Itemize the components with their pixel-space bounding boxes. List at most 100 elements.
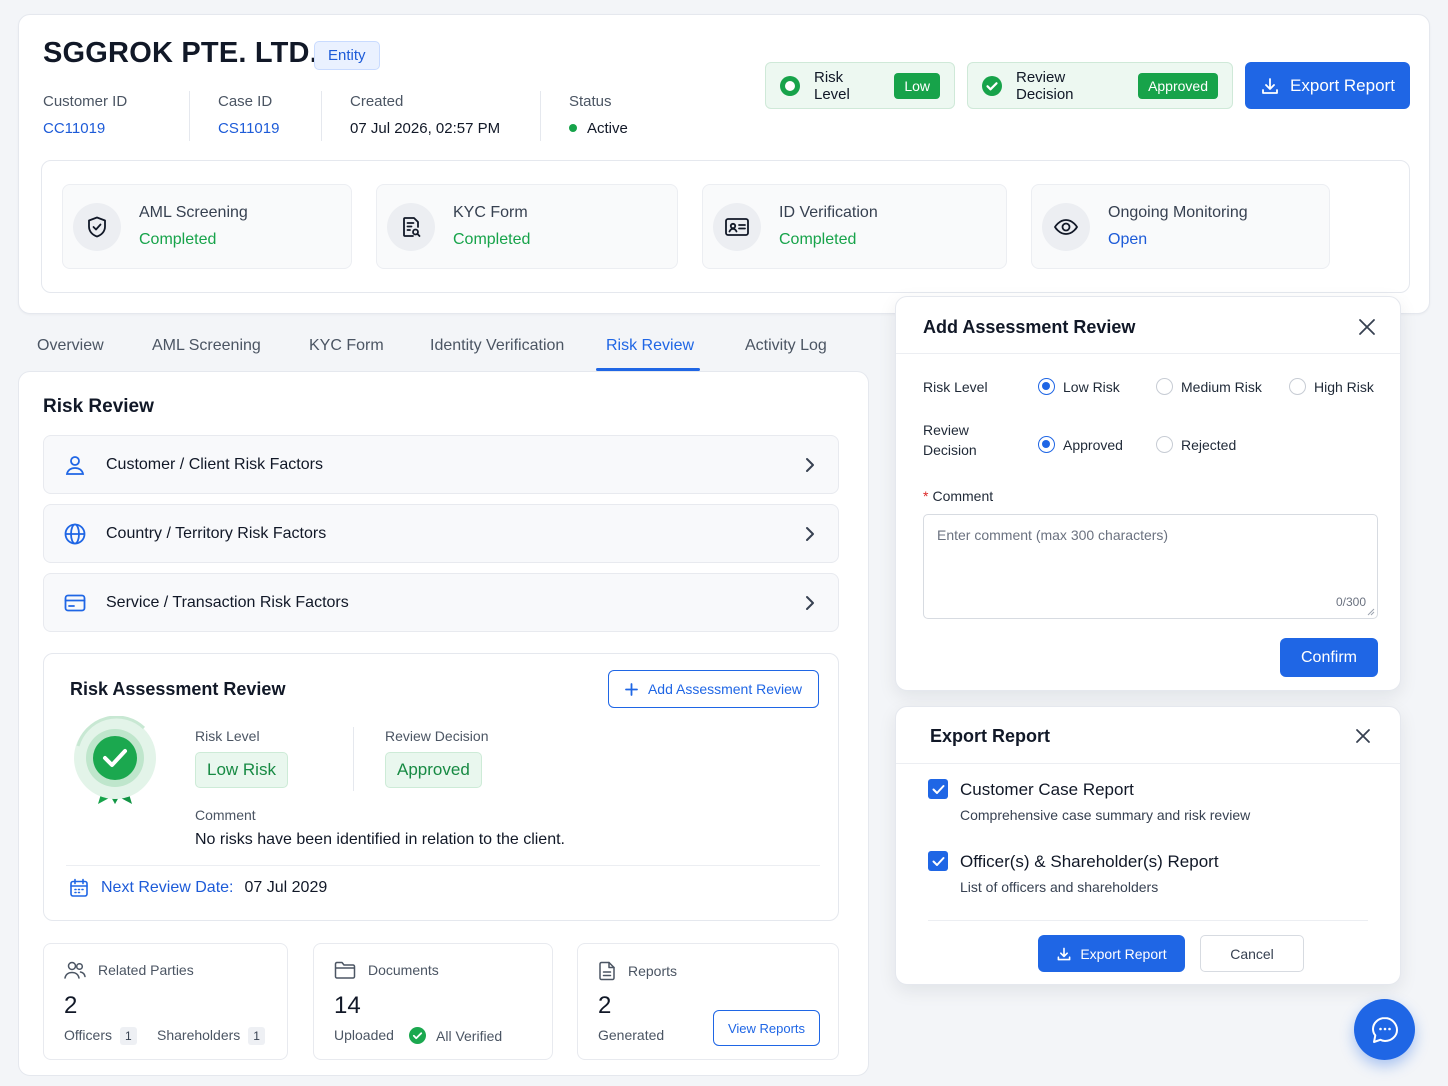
progress-steps: AML Screening Completed KYC Form Complet… bbox=[41, 160, 1410, 293]
tab-identity-verification[interactable]: Identity Verification bbox=[430, 337, 564, 355]
risk-review-title: Risk Review bbox=[43, 396, 154, 417]
step-ongoing-monitoring[interactable]: Ongoing Monitoring Open bbox=[1031, 184, 1330, 269]
chat-bubble-icon bbox=[1370, 1015, 1400, 1045]
calendar-icon bbox=[69, 878, 89, 898]
tab-aml-screening[interactable]: AML Screening bbox=[152, 337, 261, 355]
chat-button[interactable] bbox=[1354, 999, 1415, 1060]
risk-review-panel: Risk Review Customer / Client Risk Facto… bbox=[18, 371, 869, 1076]
shareholders-count: Shareholders 1 bbox=[157, 1027, 265, 1045]
status-field: Status Active bbox=[569, 93, 628, 137]
radio-approved[interactable]: Approved bbox=[1038, 436, 1123, 453]
review-decision-tag: Approved bbox=[1138, 72, 1218, 99]
radio-rejected[interactable]: Rejected bbox=[1156, 436, 1236, 453]
factor-label: Country / Territory Risk Factors bbox=[106, 524, 327, 542]
tab-activity-log[interactable]: Activity Log bbox=[745, 337, 827, 355]
add-assessment-review-button[interactable]: Add Assessment Review bbox=[608, 670, 819, 708]
step-kyc-form[interactable]: KYC Form Completed bbox=[376, 184, 678, 269]
factor-row-service[interactable]: Service / Transaction Risk Factors bbox=[43, 573, 839, 632]
checkmark-icon bbox=[932, 856, 944, 866]
export-option-title: Customer Case Report bbox=[960, 780, 1134, 799]
id-card-icon bbox=[713, 202, 761, 251]
related-parties-header: Related Parties bbox=[64, 961, 194, 979]
radio-empty-icon bbox=[1156, 436, 1173, 453]
radio-medium-risk[interactable]: Medium Risk bbox=[1156, 378, 1262, 395]
radio-label: Low Risk bbox=[1063, 378, 1120, 395]
radio-dot-icon bbox=[780, 75, 800, 96]
tab-overview[interactable]: Overview bbox=[37, 337, 104, 355]
divider bbox=[540, 91, 541, 141]
tab-risk-review[interactable]: Risk Review bbox=[606, 337, 694, 355]
download-icon bbox=[1260, 76, 1280, 96]
shareholders-label: Shareholders bbox=[157, 1027, 241, 1043]
factor-row-country[interactable]: Country / Territory Risk Factors bbox=[43, 504, 839, 563]
export-option-title: Officer(s) & Shareholder(s) Report bbox=[960, 852, 1219, 871]
case-id-link[interactable]: CS11019 bbox=[218, 120, 279, 137]
divider bbox=[189, 91, 190, 141]
related-parties-count: 2 bbox=[64, 992, 78, 1019]
radio-label: High Risk bbox=[1314, 378, 1374, 395]
status-value: Active bbox=[569, 120, 628, 137]
risk-level-tag: Low bbox=[894, 72, 940, 99]
add-assessment-review-modal: Add Assessment Review Risk Level Low Ris… bbox=[895, 296, 1401, 691]
reports-count: 2 bbox=[598, 992, 612, 1019]
export-option-desc: Comprehensive case summary and risk revi… bbox=[960, 807, 1251, 823]
divider bbox=[928, 920, 1368, 921]
documents-label: Documents bbox=[368, 962, 439, 978]
radio-label: Medium Risk bbox=[1181, 378, 1262, 395]
divider bbox=[896, 353, 1400, 354]
cancel-button[interactable]: Cancel bbox=[1200, 935, 1304, 972]
plus-icon bbox=[625, 682, 638, 696]
close-icon[interactable] bbox=[1358, 318, 1376, 336]
divider bbox=[321, 91, 322, 141]
view-reports-button[interactable]: View Reports bbox=[713, 1010, 820, 1046]
documents-card: Documents 14 Uploaded All Verified bbox=[313, 943, 553, 1060]
shareholders-chip: 1 bbox=[248, 1027, 265, 1045]
radio-high-risk[interactable]: High Risk bbox=[1289, 378, 1374, 395]
step-aml-screening[interactable]: AML Screening Completed bbox=[62, 184, 352, 269]
entity-badge: Entity bbox=[314, 41, 380, 70]
close-icon[interactable] bbox=[1355, 728, 1371, 744]
risk-assessment-review-card: Risk Assessment Review Add Assessment Re… bbox=[43, 653, 839, 921]
resize-handle-icon[interactable] bbox=[1367, 608, 1375, 616]
related-parties-label: Related Parties bbox=[98, 962, 194, 978]
documents-verified: All Verified bbox=[409, 1027, 502, 1044]
customer-id-link[interactable]: CC11019 bbox=[43, 120, 127, 137]
divider bbox=[66, 865, 820, 866]
status-text: Active bbox=[587, 120, 628, 137]
status-dot bbox=[569, 124, 577, 133]
factor-label: Service / Transaction Risk Factors bbox=[106, 593, 349, 611]
step-title: KYC Form bbox=[453, 204, 528, 221]
approved-seal-icon bbox=[72, 716, 158, 808]
comment-textarea[interactable]: Enter comment (max 300 characters) 0/300 bbox=[923, 514, 1378, 619]
officers-label: Officers bbox=[64, 1027, 112, 1043]
divider bbox=[353, 727, 354, 791]
export-report-confirm-button[interactable]: Export Report bbox=[1038, 935, 1185, 972]
all-verified-label: All Verified bbox=[436, 1027, 503, 1044]
factor-label: Customer / Client Risk Factors bbox=[106, 455, 323, 473]
reports-header: Reports bbox=[598, 961, 677, 981]
user-icon bbox=[64, 454, 86, 476]
step-id-verification[interactable]: ID Verification Completed bbox=[702, 184, 1007, 269]
review-decision-label: Review Decision bbox=[923, 420, 977, 460]
factor-row-customer[interactable]: Customer / Client Risk Factors bbox=[43, 435, 839, 494]
checkbox-officers-shareholders-report[interactable] bbox=[928, 851, 948, 871]
case-id-field: Case ID CS11019 bbox=[218, 93, 279, 137]
customer-id-field: Customer ID CC11019 bbox=[43, 93, 127, 137]
comment-text: No risks have been identified in relatio… bbox=[195, 831, 565, 848]
document-icon bbox=[598, 961, 616, 981]
radio-selected-icon bbox=[1038, 436, 1055, 453]
review-decision-label-line1: Review bbox=[923, 422, 969, 438]
radio-empty-icon bbox=[1289, 378, 1306, 395]
radio-selected-icon bbox=[1038, 378, 1055, 395]
radio-label: Approved bbox=[1063, 436, 1123, 453]
required-marker: * bbox=[923, 488, 929, 504]
radio-low-risk[interactable]: Low Risk bbox=[1038, 378, 1120, 395]
tab-kyc-form[interactable]: KYC Form bbox=[309, 337, 384, 355]
comment-label: * Comment bbox=[923, 486, 993, 506]
form-search-icon bbox=[387, 202, 435, 251]
confirm-button[interactable]: Confirm bbox=[1280, 638, 1378, 677]
step-title: AML Screening bbox=[139, 204, 248, 221]
export-report-button[interactable]: Export Report bbox=[1245, 62, 1410, 109]
char-counter: 0/300 bbox=[1335, 595, 1366, 609]
checkbox-customer-case-report[interactable] bbox=[928, 779, 948, 799]
